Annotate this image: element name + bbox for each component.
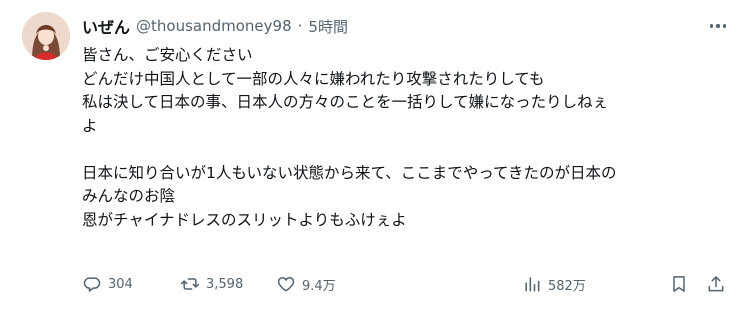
views-count: 582万 [548,278,586,294]
reply-count: 304 [108,276,133,292]
action-bar: 304 3,598 9.4万 582万 [82,270,732,298]
tweet-line: 恩がチャイナドレスのスリットよりもふけぇよ [82,210,407,229]
reply-icon [83,277,101,292]
display-name[interactable]: いぜん [82,14,130,38]
tweet-card[interactable]: いぜん @thousandmoney98 · 5時間 皆さん、ご安心ください ど… [0,0,752,311]
bookmark-icon [673,276,685,292]
heart-icon [277,276,295,292]
views-chart-icon [525,277,540,292]
more-icon [709,24,714,28]
avatar[interactable] [22,12,70,60]
more-icon-dot [716,24,720,28]
separator-dot: · [297,17,303,35]
repost-button[interactable]: 3,598 [180,270,243,298]
views-button[interactable]: 582万 [522,270,586,298]
tweet-text: 皆さん、ご安心ください どんだけ中国人として一部の人々に嫌われたり攻撃されたりし… [82,44,732,232]
tweet-line: 日本に知り合いが1人もいない状態から来て、ここまでやってきたのが日本の [82,163,617,182]
tweet-line: どんだけ中国人として一部の人々に嫌われたり攻撃されたりしても [82,69,545,88]
more-button[interactable] [706,18,730,34]
bookmark-button[interactable] [669,270,689,298]
repost-count: 3,598 [206,276,244,292]
repost-icon [180,278,200,290]
like-button[interactable]: 9.4万 [276,270,336,298]
like-count: 9.4万 [302,278,336,294]
user-handle[interactable]: @thousandmoney98 [136,17,292,35]
tweet-line: 私は決して日本の事、日本人の方々のことを一括りして嫌になったりしねぇ [82,93,609,111]
share-icon [708,276,724,292]
tweet-line: よ [82,116,98,135]
reply-button[interactable]: 304 [82,270,133,298]
timestamp[interactable]: 5時間 [308,16,348,37]
tweet-header: いぜん @thousandmoney98 · 5時間 [82,14,348,38]
more-icon-dot [722,24,727,28]
tweet-line: 皆さん、ご安心ください [82,46,253,64]
share-button[interactable] [706,270,726,298]
tweet-line: みんなのお陰 [82,187,176,205]
